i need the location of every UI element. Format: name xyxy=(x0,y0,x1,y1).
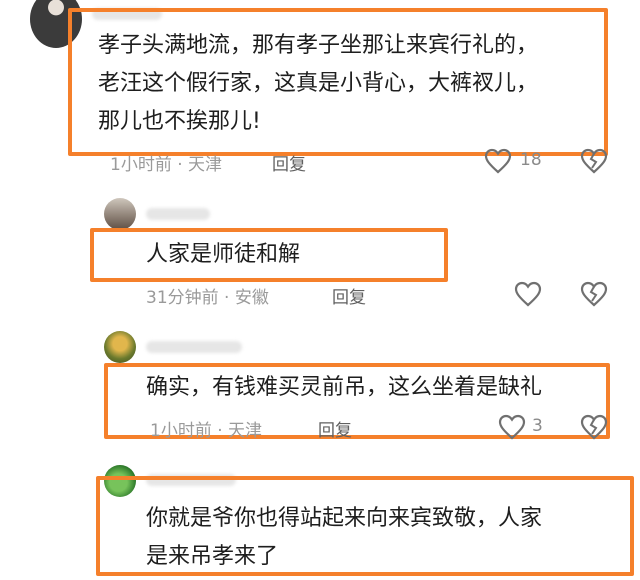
comment-meta: 1小时前 · 天津 xyxy=(150,416,262,441)
comment-meta: 1小时前 · 天津 xyxy=(110,150,222,175)
reply-button[interactable]: 回复 xyxy=(272,150,306,175)
avatar[interactable] xyxy=(104,198,136,230)
comment-location: 天津 xyxy=(188,155,223,175)
like-count: 3 xyxy=(532,416,543,436)
comment-time: 1小时前 xyxy=(110,155,172,175)
meta-separator: · xyxy=(211,421,229,441)
dislike-icon[interactable] xyxy=(580,148,608,174)
like-icon[interactable] xyxy=(514,281,542,307)
dislike-icon[interactable] xyxy=(580,414,608,440)
avatar[interactable] xyxy=(104,331,136,363)
meta-separator: · xyxy=(171,155,189,175)
comment-text-line: 那儿也不挨那儿! xyxy=(98,109,261,134)
dislike-icon[interactable] xyxy=(580,281,608,307)
comment-text-line: 老汪这个假行家，这真是小背心，大裤衩儿， xyxy=(98,71,539,96)
like-icon[interactable] xyxy=(498,414,526,440)
comment-text-line: 你就是爷你也得站起来向来宾致敬，人家 xyxy=(146,506,543,531)
comment-meta: 31分钟前 · 安徽 xyxy=(146,283,269,308)
username-blurred[interactable] xyxy=(146,341,242,353)
reply-button[interactable]: 回复 xyxy=(332,283,366,308)
comment-time: 1小时前 xyxy=(150,421,212,441)
reply-button[interactable]: 回复 xyxy=(318,416,352,441)
comment-location: 天津 xyxy=(228,421,263,441)
comment-text-line: 确实，有钱难买灵前吊，这么坐着是缺礼 xyxy=(146,375,543,400)
comment-text-line: 是来吊孝来了 xyxy=(146,544,279,569)
comment-text-line: 孝子头满地流，那有孝子坐那让来宾行礼的， xyxy=(98,33,539,58)
comment-time: 31分钟前 xyxy=(146,288,219,308)
like-icon[interactable] xyxy=(484,148,512,174)
username-blurred[interactable] xyxy=(146,208,210,220)
meta-separator: · xyxy=(218,288,235,308)
like-count: 18 xyxy=(520,150,542,170)
comment-location: 安徽 xyxy=(234,288,269,308)
comment-text-line: 人家是师徒和解 xyxy=(146,242,301,267)
